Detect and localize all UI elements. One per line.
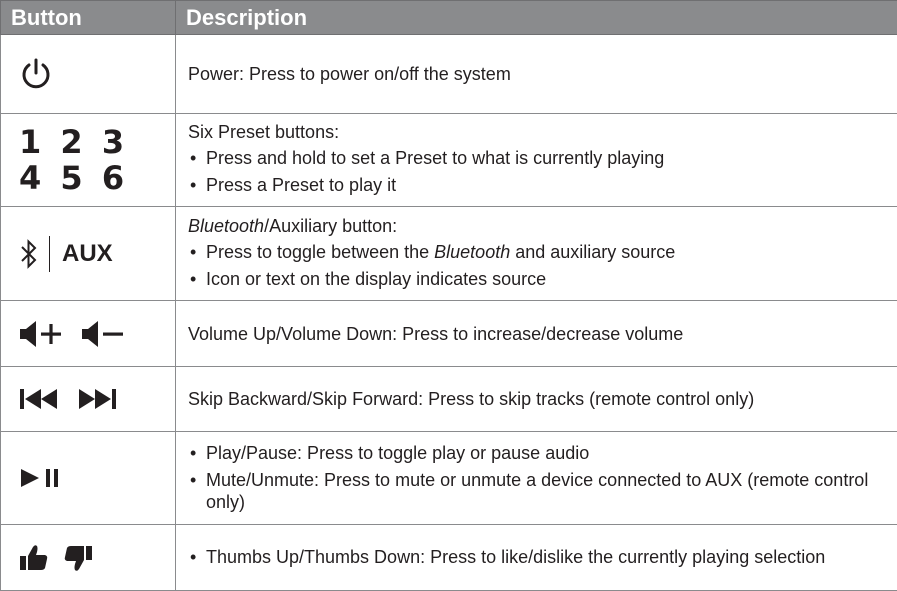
- bullet-item: Play/Pause: Press to toggle play or paus…: [188, 442, 885, 464]
- table-row-bluetooth-aux: AUX Bluetooth/Auxiliary button: Press to…: [1, 207, 897, 301]
- table-row-presets: 1 2 3 4 5 6 Six Preset buttons: Press an…: [1, 114, 897, 207]
- bluetooth-italic: Bluetooth: [188, 216, 264, 236]
- description-bullets: Press to toggle between the Bluetooth an…: [188, 241, 885, 290]
- play-pause-icon: [19, 464, 75, 492]
- bullet-item: Press a Preset to play it: [188, 174, 885, 196]
- button-cell: [1, 432, 176, 525]
- intro-rest: /Auxiliary button:: [264, 216, 397, 236]
- volume-up-icon: [19, 319, 67, 349]
- description-bullets: Press and hold to set a Preset to what i…: [188, 147, 885, 196]
- power-icon: [19, 57, 53, 91]
- description-cell: Skip Backward/Skip Forward: Press to ski…: [176, 367, 897, 432]
- bullet-item: Press to toggle between the Bluetooth an…: [188, 241, 885, 263]
- skip-icons: [19, 386, 165, 412]
- bullet-item: Press and hold to set a Preset to what i…: [188, 147, 885, 169]
- description-cell: Six Preset buttons: Press and hold to se…: [176, 114, 897, 207]
- description-intro: Bluetooth/Auxiliary button:: [188, 215, 885, 237]
- table-row-power: Power: Press to power on/off the system: [1, 35, 897, 114]
- table-row-skip: Skip Backward/Skip Forward: Press to ski…: [1, 367, 897, 432]
- table-row-thumbs: Thumbs Up/Thumbs Down: Press to like/dis…: [1, 525, 897, 591]
- bluetooth-aux-icons: AUX: [19, 236, 165, 272]
- description-bullets: Thumbs Up/Thumbs Down: Press to like/dis…: [188, 546, 885, 568]
- bullet-text: and auxiliary source: [510, 242, 675, 262]
- thumbs-down-icon: [63, 543, 93, 573]
- bullet-item: Mute/Unmute: Press to mute or unmute a d…: [188, 469, 885, 513]
- preset-line-2: 4 5 6: [19, 160, 165, 196]
- description-cell: Bluetooth/Auxiliary button: Press to tog…: [176, 207, 897, 301]
- bullet-item: Thumbs Up/Thumbs Down: Press to like/dis…: [188, 546, 885, 568]
- description-cell: Volume Up/Volume Down: Press to increase…: [176, 301, 897, 367]
- button-cell: [1, 525, 176, 591]
- description-cell: Thumbs Up/Thumbs Down: Press to like/dis…: [176, 525, 897, 591]
- button-description-table: Button Description Power: Press to power…: [0, 0, 897, 591]
- preset-line-1: 1 2 3: [19, 124, 165, 160]
- bluetooth-icon: [19, 237, 39, 271]
- table-header-row: Button Description: [1, 1, 897, 35]
- skip-backward-icon: [19, 386, 63, 412]
- bullet-text: Press to toggle between the: [206, 242, 434, 262]
- preset-numbers: 1 2 3 4 5 6: [19, 124, 165, 196]
- button-cell: [1, 367, 176, 432]
- aux-label: AUX: [49, 236, 113, 272]
- description-bullets: Play/Pause: Press to toggle play or paus…: [188, 442, 885, 513]
- button-cell: [1, 35, 176, 114]
- description-intro: Six Preset buttons:: [188, 121, 885, 143]
- header-description: Description: [176, 1, 897, 35]
- table-row-volume: Volume Up/Volume Down: Press to increase…: [1, 301, 897, 367]
- button-cell: [1, 301, 176, 367]
- skip-forward-icon: [77, 386, 121, 412]
- volume-icons: [19, 319, 165, 349]
- description-cell: Play/Pause: Press to toggle play or paus…: [176, 432, 897, 525]
- bullet-item: Icon or text on the display indicates so…: [188, 268, 885, 290]
- button-cell: 1 2 3 4 5 6: [1, 114, 176, 207]
- volume-down-icon: [81, 319, 129, 349]
- thumbs-icons: [19, 543, 165, 573]
- button-cell: AUX: [1, 207, 176, 301]
- description-cell: Power: Press to power on/off the system: [176, 35, 897, 114]
- bullet-italic: Bluetooth: [434, 242, 510, 262]
- table-row-play-pause: Play/Pause: Press to toggle play or paus…: [1, 432, 897, 525]
- thumbs-up-icon: [19, 543, 49, 573]
- header-button: Button: [1, 1, 176, 35]
